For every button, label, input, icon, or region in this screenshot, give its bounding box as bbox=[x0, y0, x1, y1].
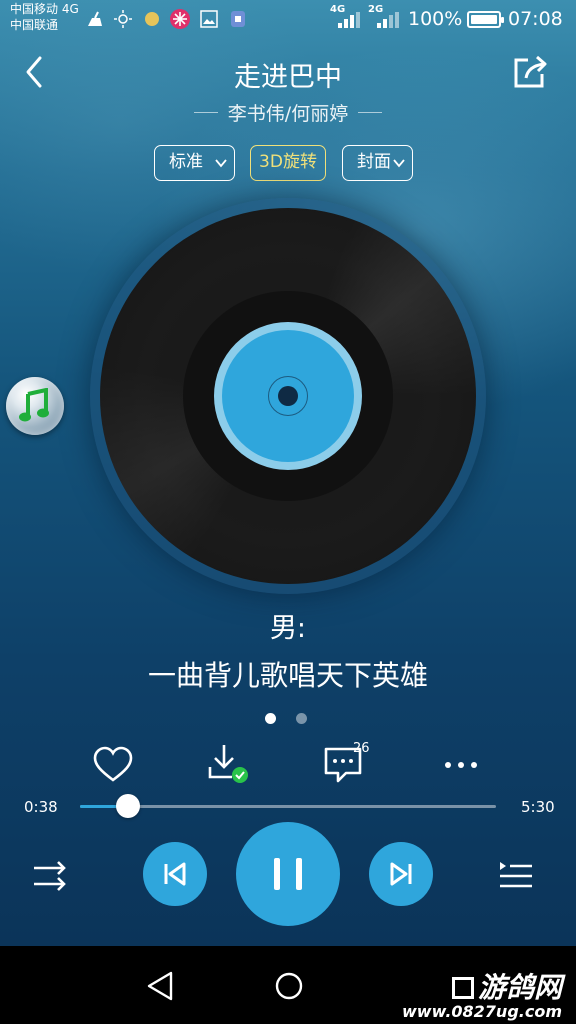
battery-percent: 100% bbox=[408, 8, 463, 30]
watermark-brand: 游鸽网 bbox=[451, 966, 562, 1006]
lyric-current-line: 一曲背儿歌唱天下英雄 bbox=[147, 659, 428, 692]
watermark-url: www.0827ug.com bbox=[402, 1002, 562, 1021]
standard-mode-button[interactable]: 标准 bbox=[154, 145, 235, 181]
rotate-3d-mode-label: 3D旋转 bbox=[259, 152, 317, 172]
watermark-brand-text: 游鸽网 bbox=[477, 971, 562, 1004]
player-screen: 中国移动 4G 中国联通 4G 2G 100% 07:08 走进巴中 李书伟/何… bbox=[0, 0, 576, 946]
signal-icon bbox=[338, 12, 360, 28]
cleaner-icon bbox=[88, 11, 102, 26]
system-nav-bar: 游鸽网 www.0827ug.com bbox=[0, 946, 576, 1024]
record-spindle bbox=[278, 386, 298, 406]
heart-icon[interactable] bbox=[91, 743, 135, 787]
brightness-icon bbox=[114, 10, 132, 28]
image-icon bbox=[200, 10, 218, 28]
song-title: 走进巴中 bbox=[234, 62, 342, 93]
shuffle-icon[interactable] bbox=[30, 856, 70, 896]
next-button[interactable] bbox=[369, 842, 433, 906]
more-icon[interactable] bbox=[439, 743, 483, 787]
previous-icon bbox=[164, 862, 186, 886]
battery-icon bbox=[467, 11, 504, 28]
signal-icon-2 bbox=[377, 12, 399, 28]
total-time: 5:30 bbox=[521, 798, 555, 816]
standard-mode-label: 标准 bbox=[169, 152, 203, 172]
previous-button[interactable] bbox=[143, 842, 207, 906]
cover-mode-button[interactable]: 封面 bbox=[342, 145, 413, 181]
carrier-2: 中国联通 bbox=[10, 18, 59, 32]
music-note-icon bbox=[19, 388, 49, 422]
page-indicator-inactive[interactable] bbox=[296, 713, 307, 724]
artist-line: 李书伟/何丽婷 bbox=[0, 99, 576, 126]
comment-count: 26 bbox=[353, 741, 370, 756]
pause-icon bbox=[274, 858, 302, 890]
nav-home-icon[interactable] bbox=[271, 968, 307, 1004]
lyric-speaker: 男: bbox=[269, 613, 307, 644]
flower-app-icon bbox=[170, 9, 190, 29]
cover-mode-label: 封面 bbox=[357, 152, 391, 172]
view-mode-bar: 标准 3D旋转 封面 bbox=[0, 145, 576, 181]
artist-name[interactable]: 李书伟/何丽婷 bbox=[228, 99, 348, 126]
download-icon[interactable] bbox=[206, 743, 250, 787]
playlist-icon[interactable] bbox=[496, 856, 536, 896]
page-indicator-active bbox=[265, 713, 276, 724]
floating-music-bubble[interactable] bbox=[6, 377, 64, 435]
app-dot-icon bbox=[145, 12, 159, 26]
storage-icon bbox=[231, 11, 245, 27]
current-time: 0:38 bbox=[24, 798, 58, 816]
share-icon[interactable] bbox=[510, 54, 550, 90]
progress-knob[interactable] bbox=[115, 794, 140, 818]
carrier-1: 中国移动 4G bbox=[10, 2, 79, 16]
next-icon bbox=[390, 862, 412, 886]
status-bar: 中国移动 4G 中国联通 4G 2G 100% 07:08 bbox=[0, 0, 576, 40]
clock: 07:08 bbox=[508, 8, 563, 30]
pause-button[interactable] bbox=[236, 822, 340, 926]
nav-back-icon[interactable] bbox=[143, 968, 179, 1004]
rotate-3d-mode-button[interactable]: 3D旋转 bbox=[250, 145, 326, 181]
chevron-down-icon bbox=[393, 159, 405, 168]
progress-track[interactable] bbox=[80, 805, 496, 808]
chevron-down-icon bbox=[215, 159, 227, 168]
